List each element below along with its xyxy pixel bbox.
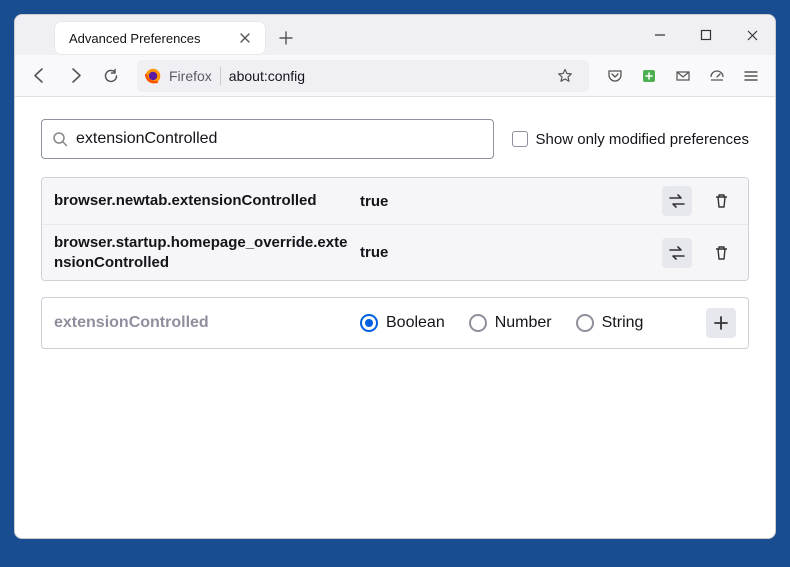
toggle-button[interactable] (662, 238, 692, 268)
firefox-logo-icon (145, 68, 161, 84)
radio-icon[interactable] (469, 314, 487, 332)
checkbox-icon[interactable] (512, 131, 528, 147)
nav-toolbar: Firefox about:config (15, 55, 775, 97)
extension-icon[interactable] (633, 60, 665, 92)
pref-row[interactable]: browser.newtab.extensionControlled true (42, 178, 748, 225)
mail-icon[interactable] (667, 60, 699, 92)
type-radio-group: Boolean Number String (360, 314, 706, 332)
radio-label: Number (495, 314, 552, 332)
url-separator (220, 67, 221, 85)
tab-title: Advanced Preferences (69, 31, 235, 46)
dashboard-icon[interactable] (701, 60, 733, 92)
minimize-button[interactable] (637, 15, 683, 55)
maximize-button[interactable] (683, 15, 729, 55)
back-button[interactable] (23, 60, 55, 92)
pref-name: browser.newtab.extensionControlled (54, 191, 360, 211)
pref-row[interactable]: browser.startup.homepage_override.extens… (42, 225, 748, 280)
url-host: Firefox (169, 68, 212, 84)
radio-string[interactable]: String (576, 314, 644, 332)
url-path: about:config (229, 68, 541, 84)
window-controls (637, 15, 775, 55)
reload-button[interactable] (95, 60, 127, 92)
browser-window: Advanced Preferences (14, 14, 776, 539)
pref-name: browser.startup.homepage_override.extens… (54, 233, 360, 272)
new-tab-button[interactable] (271, 23, 301, 53)
search-row: Show only modified preferences (41, 119, 749, 159)
new-pref-name: extensionControlled (54, 314, 360, 332)
url-bar[interactable]: Firefox about:config (137, 60, 589, 92)
show-modified-label: Show only modified preferences (536, 131, 749, 148)
pref-value: true (360, 244, 662, 261)
about-config-content: Show only modified preferences browser.n… (15, 97, 775, 538)
pref-search-box[interactable] (41, 119, 494, 159)
toolbar-extensions (599, 60, 767, 92)
pref-table: browser.newtab.extensionControlled true … (41, 177, 749, 281)
delete-button[interactable] (706, 186, 736, 216)
search-icon (52, 131, 68, 147)
titlebar: Advanced Preferences (15, 15, 775, 55)
pref-value: true (360, 193, 662, 210)
show-modified-checkbox[interactable]: Show only modified preferences (512, 131, 749, 148)
toggle-button[interactable] (662, 186, 692, 216)
add-pref-button[interactable] (706, 308, 736, 338)
delete-button[interactable] (706, 238, 736, 268)
close-tab-icon[interactable] (235, 28, 255, 48)
radio-icon[interactable] (360, 314, 378, 332)
radio-number[interactable]: Number (469, 314, 552, 332)
bookmark-star-icon[interactable] (549, 60, 581, 92)
radio-label: String (602, 314, 644, 332)
forward-button[interactable] (59, 60, 91, 92)
hamburger-menu-icon[interactable] (735, 60, 767, 92)
radio-boolean[interactable]: Boolean (360, 314, 445, 332)
pocket-icon[interactable] (599, 60, 631, 92)
browser-tab[interactable]: Advanced Preferences (55, 22, 265, 54)
radio-label: Boolean (386, 314, 445, 332)
new-pref-row: extensionControlled Boolean Number Strin… (41, 297, 749, 349)
pref-search-input[interactable] (76, 130, 483, 148)
radio-icon[interactable] (576, 314, 594, 332)
close-window-button[interactable] (729, 15, 775, 55)
